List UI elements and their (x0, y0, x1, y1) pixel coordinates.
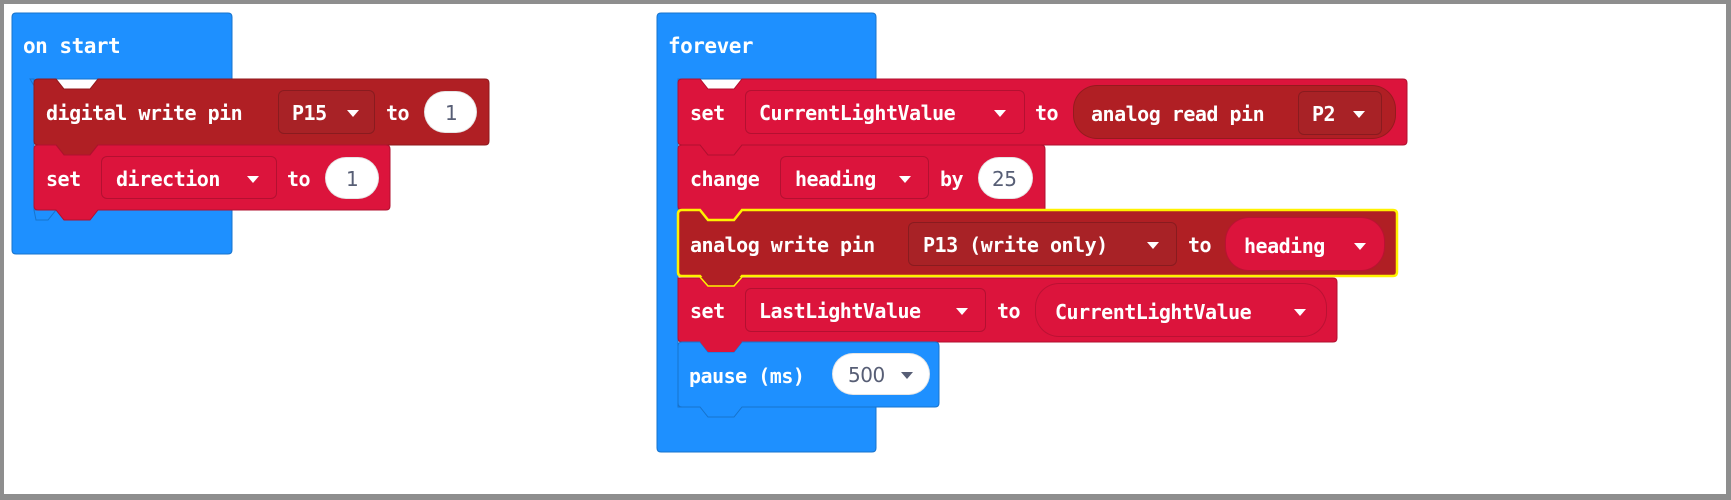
value-input-25[interactable]: 25 (978, 157, 1033, 199)
variable-dropdown-value: heading (795, 167, 876, 191)
by-label: by (940, 167, 964, 191)
variable-dropdown-lastlightvalue[interactable]: LastLightValue (745, 288, 986, 332)
chevron-down-icon (901, 372, 913, 379)
value-text: 25 (992, 167, 1017, 191)
value-text: 1 (445, 101, 458, 125)
set-label: set (690, 299, 725, 323)
variable-dropdown-value: CurrentLightValue (759, 101, 956, 125)
chevron-down-icon (1353, 111, 1365, 118)
pin-dropdown-p15[interactable]: P15 (278, 90, 375, 134)
pause-duration-dropdown[interactable]: 500 (832, 353, 930, 395)
variable-value: heading (1244, 234, 1325, 258)
currentlightvalue-variable-reporter[interactable]: CurrentLightValue (1035, 283, 1327, 337)
value-text: 1 (346, 167, 359, 191)
pin-dropdown-value: P15 (292, 101, 327, 125)
chevron-down-icon (1147, 242, 1159, 249)
digital-write-label: digital write pin (46, 101, 243, 125)
variable-dropdown-currentlightvalue[interactable]: CurrentLightValue (745, 90, 1025, 134)
pin-dropdown-value: P2 (1312, 102, 1336, 126)
to-label: to (997, 299, 1021, 323)
chevron-down-icon (247, 176, 259, 183)
on-start-label: on start (23, 34, 121, 58)
value-text: 500 (848, 363, 885, 387)
to-label: to (386, 101, 410, 125)
variable-dropdown-value: LastLightValue (759, 299, 921, 323)
chevron-down-icon (1354, 243, 1366, 250)
to-label: to (287, 167, 311, 191)
pin-dropdown-p2[interactable]: P2 (1298, 91, 1382, 135)
heading-variable-reporter[interactable]: heading (1225, 217, 1385, 271)
pause-block-shape (677, 341, 940, 418)
pin-dropdown-p13[interactable]: P13 (write only) (908, 222, 1177, 266)
to-label: to (1035, 101, 1059, 125)
variable-dropdown-direction[interactable]: direction (101, 156, 277, 199)
analog-read-label: analog read pin (1091, 102, 1265, 126)
set-label: set (46, 167, 81, 191)
variable-dropdown-value: direction (116, 167, 220, 191)
value-input-1[interactable]: 1 (325, 157, 379, 199)
change-label: change (690, 167, 760, 191)
analog-read-pin-reporter[interactable]: analog read pin P2 (1073, 85, 1396, 139)
value-input-1[interactable]: 1 (424, 91, 477, 133)
forever-label: forever (668, 34, 754, 58)
pin-dropdown-value: P13 (write only) (923, 233, 1108, 257)
pause-label: pause (ms) (689, 364, 805, 388)
chevron-down-icon (1294, 309, 1306, 316)
chevron-down-icon (956, 308, 968, 315)
to-label: to (1188, 233, 1212, 257)
set-label: set (690, 101, 725, 125)
variable-dropdown-heading[interactable]: heading (780, 156, 929, 199)
chevron-down-icon (994, 110, 1006, 117)
variable-value: CurrentLightValue (1055, 300, 1252, 324)
analog-write-label: analog write pin (690, 233, 875, 257)
chevron-down-icon (899, 176, 911, 183)
chevron-down-icon (347, 110, 359, 117)
